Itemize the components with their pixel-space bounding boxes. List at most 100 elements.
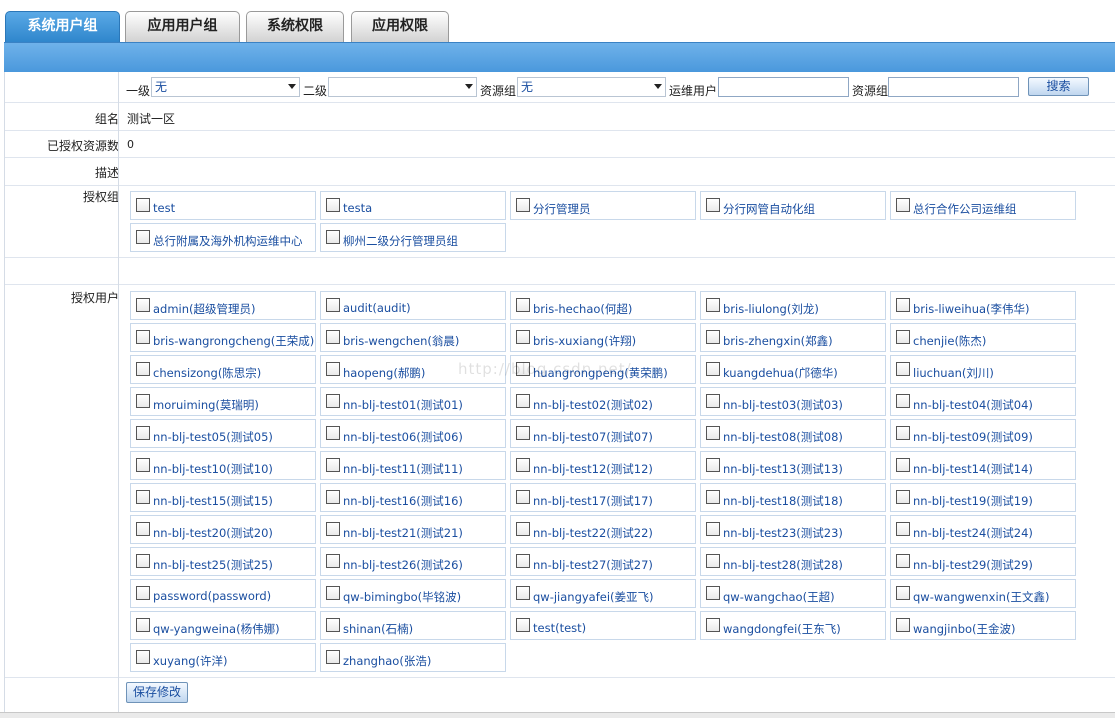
auth-user-name: nn-blj-test04(测试04) <box>913 398 1033 412</box>
auth-user-checkbox[interactable] <box>326 330 340 344</box>
tab-bar: 系统用户组 应用用户组 系统权限 应用权限 <box>0 0 1115 42</box>
auth-user-checkbox[interactable] <box>326 298 340 312</box>
auth-groups-label: 授权组 <box>82 190 119 204</box>
auth-user-checkbox[interactable] <box>516 490 530 504</box>
auth-user-checkbox[interactable] <box>516 618 530 632</box>
auth-user-checkbox[interactable] <box>326 522 340 536</box>
tab-app-permission[interactable]: 应用权限 <box>351 11 449 42</box>
auth-user-name: nn-blj-test15(测试15) <box>153 494 273 508</box>
auth-user-checkbox[interactable] <box>516 458 530 472</box>
auth-user-checkbox[interactable] <box>136 458 150 472</box>
auth-user-checkbox[interactable] <box>136 426 150 440</box>
auth-user-name: wangdongfei(王东飞) <box>723 622 841 636</box>
auth-user-checkbox[interactable] <box>326 618 340 632</box>
description-row: 描述 <box>5 158 1115 186</box>
resgroup-select[interactable]: 无 <box>517 77 666 97</box>
tab-system-permission[interactable]: 系统权限 <box>246 11 344 42</box>
auth-user-checkbox[interactable] <box>896 618 910 632</box>
auth-user-checkbox[interactable] <box>516 426 530 440</box>
auth-user-checkbox[interactable] <box>706 490 720 504</box>
auth-user-checkbox[interactable] <box>136 554 150 568</box>
auth-user-checkbox[interactable] <box>706 330 720 344</box>
auth-group-name: 总行附属及海外机构运维中心 <box>153 234 303 248</box>
auth-user-checkbox[interactable] <box>136 490 150 504</box>
resgroup2-input[interactable] <box>888 77 1019 97</box>
auth-user-checkbox[interactable] <box>896 298 910 312</box>
tab-system-user-group[interactable]: 系统用户组 <box>5 11 120 42</box>
auth-user-checkbox[interactable] <box>136 618 150 632</box>
auth-user-checkbox[interactable] <box>516 586 530 600</box>
auth-user-checkbox[interactable] <box>516 522 530 536</box>
auth-user-checkbox[interactable] <box>896 458 910 472</box>
auth-user-name: nn-blj-test02(测试02) <box>533 398 653 412</box>
auth-user-checkbox[interactable] <box>896 586 910 600</box>
auth-user-checkbox[interactable] <box>326 426 340 440</box>
auth-group-checkbox[interactable] <box>706 198 720 212</box>
auth-groups-row: 授权组 test testa 分行管理员 分行网管自动化组 总行合作公司运维组 总行附属及… <box>5 186 1115 258</box>
auth-user-checkbox[interactable] <box>136 586 150 600</box>
opuser-input[interactable] <box>718 77 849 97</box>
auth-group-checkbox[interactable] <box>136 198 150 212</box>
level2-select[interactable] <box>328 77 477 97</box>
auth-user-checkbox[interactable] <box>896 330 910 344</box>
auth-group-name: 分行网管自动化组 <box>723 202 815 216</box>
save-button[interactable]: 保存修改 <box>126 682 188 703</box>
auth-user-name: nn-blj-test25(测试25) <box>153 558 273 572</box>
auth-user-checkbox[interactable] <box>706 618 720 632</box>
auth-user-checkbox[interactable] <box>706 522 720 536</box>
auth-group-checkbox[interactable] <box>896 198 910 212</box>
auth-user-checkbox[interactable] <box>136 362 150 376</box>
auth-user-checkbox[interactable] <box>326 554 340 568</box>
auth-user-checkbox[interactable] <box>326 586 340 600</box>
auth-user-checkbox[interactable] <box>136 522 150 536</box>
auth-user-checkbox[interactable] <box>516 362 530 376</box>
auth-user-cell: huangrongpeng(黄荣鹏) <box>510 355 696 384</box>
level1-select[interactable]: 无 <box>151 77 300 97</box>
auth-user-checkbox[interactable] <box>326 650 340 664</box>
auth-user-cell: nn-blj-test09(测试09) <box>890 419 1076 448</box>
auth-user-checkbox[interactable] <box>896 554 910 568</box>
auth-group-checkbox[interactable] <box>326 198 340 212</box>
auth-user-name: nn-blj-test16(测试16) <box>343 494 463 508</box>
auth-group-checkbox[interactable] <box>516 198 530 212</box>
auth-user-cell: bris-liulong(刘龙) <box>700 291 886 320</box>
auth-user-cell: kuangdehua(邝德华) <box>700 355 886 384</box>
auth-user-checkbox[interactable] <box>136 330 150 344</box>
auth-user-checkbox[interactable] <box>136 394 150 408</box>
tab-app-user-group[interactable]: 应用用户组 <box>125 11 240 42</box>
auth-user-checkbox[interactable] <box>326 458 340 472</box>
auth-user-checkbox[interactable] <box>516 298 530 312</box>
auth-user-cell: nn-blj-test13(测试13) <box>700 451 886 480</box>
auth-user-checkbox[interactable] <box>896 490 910 504</box>
auth-user-cell: liuchuan(刘川) <box>890 355 1076 384</box>
auth-user-checkbox[interactable] <box>326 490 340 504</box>
auth-user-checkbox[interactable] <box>706 394 720 408</box>
auth-user-checkbox[interactable] <box>706 298 720 312</box>
auth-user-checkbox[interactable] <box>516 330 530 344</box>
auth-user-checkbox[interactable] <box>516 554 530 568</box>
auth-user-checkbox[interactable] <box>326 362 340 376</box>
auth-user-checkbox[interactable] <box>896 426 910 440</box>
auth-user-name: nn-blj-test17(测试17) <box>533 494 653 508</box>
auth-user-name: nn-blj-test21(测试21) <box>343 526 463 540</box>
auth-user-name: nn-blj-test09(测试09) <box>913 430 1033 444</box>
group-name-row: 组名 测试一区 <box>5 103 1115 131</box>
auth-user-name: chenjie(陈杰) <box>913 334 987 348</box>
auth-user-checkbox[interactable] <box>706 554 720 568</box>
auth-user-checkbox[interactable] <box>896 394 910 408</box>
auth-user-checkbox[interactable] <box>896 522 910 536</box>
auth-user-checkbox[interactable] <box>706 586 720 600</box>
chevron-down-icon <box>465 84 473 89</box>
auth-user-checkbox[interactable] <box>896 362 910 376</box>
auth-user-checkbox[interactable] <box>706 426 720 440</box>
auth-user-checkbox[interactable] <box>136 298 150 312</box>
auth-user-checkbox[interactable] <box>326 394 340 408</box>
resgroup-label: 资源组 <box>480 84 517 98</box>
auth-group-checkbox[interactable] <box>136 230 150 244</box>
auth-user-checkbox[interactable] <box>706 362 720 376</box>
auth-group-checkbox[interactable] <box>326 230 340 244</box>
auth-user-checkbox[interactable] <box>136 650 150 664</box>
auth-user-checkbox[interactable] <box>516 394 530 408</box>
auth-user-checkbox[interactable] <box>706 458 720 472</box>
search-button[interactable]: 搜索 <box>1028 77 1089 96</box>
